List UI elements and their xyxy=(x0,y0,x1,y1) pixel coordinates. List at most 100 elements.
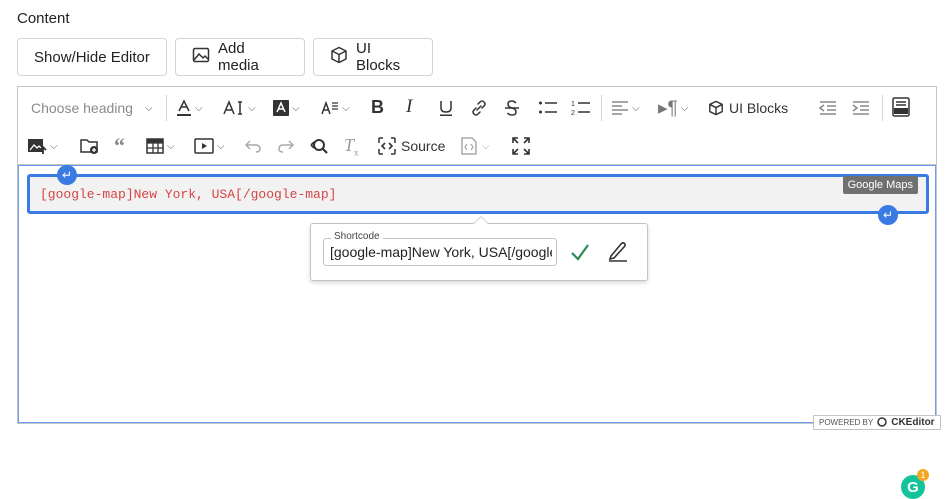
insert-table-dropdown[interactable]: ⌵ xyxy=(146,135,175,157)
underline-button[interactable] xyxy=(438,97,454,119)
add-media-button[interactable]: Add media xyxy=(175,38,305,76)
quote-icon: “ xyxy=(114,133,125,158)
folder-add-icon xyxy=(80,137,100,155)
fullscreen-button[interactable] xyxy=(512,135,530,157)
numbered-list-icon: 12 xyxy=(571,99,591,117)
media-icon xyxy=(194,137,214,155)
toolbar-separator xyxy=(166,95,167,121)
block-quote-button[interactable]: “ xyxy=(114,133,125,158)
indent-button[interactable] xyxy=(852,97,870,119)
bulleted-list-icon xyxy=(538,99,558,117)
source-button[interactable]: Source xyxy=(377,135,445,157)
font-size-dropdown[interactable]: ⌵ xyxy=(223,97,256,119)
undo-button[interactable] xyxy=(244,135,262,157)
insert-paragraph-before-icon[interactable]: ↵ xyxy=(57,165,77,185)
shortcode-field-label: Shortcode xyxy=(331,231,383,242)
align-left-icon xyxy=(611,99,629,117)
fullscreen-icon xyxy=(512,137,530,155)
find-replace-icon xyxy=(310,137,330,155)
ckeditor-logo-icon xyxy=(877,416,887,429)
html-embed-icon xyxy=(891,97,911,117)
chevron-down-icon: ⌵ xyxy=(342,102,350,114)
toolbar-ui-blocks-label: UI Blocks xyxy=(729,100,789,116)
italic-icon: I xyxy=(406,96,413,117)
image-icon xyxy=(192,46,210,68)
outdent-button[interactable] xyxy=(819,97,837,119)
find-replace-button[interactable] xyxy=(310,135,330,157)
add-media-label: Add media xyxy=(218,40,259,74)
toolbar-separator xyxy=(882,95,883,121)
chevron-down-icon: ⌵ xyxy=(50,140,58,152)
ui-blocks-button[interactable]: UI Blocks xyxy=(313,38,433,76)
link-button[interactable] xyxy=(470,97,488,119)
check-icon xyxy=(569,244,591,267)
ui-blocks-label: UI Blocks xyxy=(356,40,401,74)
redo-icon xyxy=(277,137,295,155)
shortcode-field[interactable]: Shortcode [google-map]New York, USA[/goo… xyxy=(323,231,557,266)
chevron-down-icon: ⌵ xyxy=(482,140,490,152)
chevron-down-icon: ⌵ xyxy=(248,102,256,114)
paragraph-direction-dropdown[interactable]: ▸¶ ⌵ xyxy=(658,97,688,119)
numbered-list-button[interactable]: 12 xyxy=(571,97,591,119)
chevron-down-icon: ⌵ xyxy=(217,140,225,152)
heading-dropdown-label: Choose heading xyxy=(31,100,133,116)
heading-dropdown[interactable]: Choose heading ⌵ xyxy=(31,97,153,119)
file-manager-button[interactable] xyxy=(80,135,100,157)
html-embed-button[interactable] xyxy=(891,96,911,118)
insert-media-dropdown[interactable]: ⌵ xyxy=(194,135,225,157)
rich-text-editor: Choose heading ⌵ ⌵ ⌵ ⌵ ⌵ B I 1 2 ⌵ ▸¶ ⌵ … xyxy=(17,86,937,499)
outdent-icon xyxy=(819,99,837,117)
alignment-dropdown[interactable]: ⌵ xyxy=(611,97,640,119)
table-icon xyxy=(146,137,164,155)
font-family-icon xyxy=(321,99,339,117)
underline-icon xyxy=(438,99,454,117)
editor-toolbar: Choose heading ⌵ ⌵ ⌵ ⌵ ⌵ B I 1 2 ⌵ ▸¶ ⌵ … xyxy=(18,87,936,165)
source-label: Source xyxy=(401,138,446,154)
toolbar-separator xyxy=(601,95,602,121)
remove-format-button[interactable]: Tx xyxy=(344,134,359,158)
cube-icon xyxy=(330,46,348,68)
indent-icon xyxy=(852,99,870,117)
bold-button[interactable]: B xyxy=(371,96,384,118)
shortcode-text: [google-map]New York, USA[/google-map] xyxy=(40,187,337,202)
insert-paragraph-after-icon[interactable]: ↵ xyxy=(878,205,898,225)
toolbar-ui-blocks-button[interactable]: UI Blocks xyxy=(708,97,788,119)
cube-icon xyxy=(708,100,724,116)
shortcode-balloon: Shortcode [google-map]New York, USA[/goo… xyxy=(310,216,648,281)
pencil-icon xyxy=(607,242,629,266)
font-size-icon xyxy=(223,99,245,117)
chevron-down-icon: ⌵ xyxy=(292,102,300,114)
edit-button[interactable] xyxy=(607,240,629,267)
image-upload-icon xyxy=(27,137,47,155)
ckeditor-brand: CKEditor xyxy=(891,417,935,428)
strikethrough-button[interactable] xyxy=(504,97,520,119)
font-color-icon xyxy=(176,99,192,117)
redo-button[interactable] xyxy=(277,135,295,157)
chevron-down-icon: ⌵ xyxy=(167,140,175,152)
font-background-color-dropdown[interactable]: ⌵ xyxy=(273,97,300,119)
chevron-down-icon: ⌵ xyxy=(144,102,153,114)
chevron-down-icon: ⌵ xyxy=(680,102,689,114)
shortcode-widget[interactable]: [google-map]New York, USA[/google-map] G… xyxy=(27,174,929,214)
italic-button[interactable]: I xyxy=(406,96,412,118)
insert-image-dropdown[interactable]: ⌵ xyxy=(27,135,58,157)
shortcode-input[interactable]: [google-map]New York, USA[/google-r xyxy=(330,244,552,260)
show-hide-editor-button[interactable]: Show/Hide Editor xyxy=(17,38,167,76)
paragraph-icon: ▸¶ xyxy=(658,97,678,119)
link-icon xyxy=(470,99,488,117)
bulleted-list-button[interactable] xyxy=(538,97,558,119)
show-blocks-dropdown[interactable]: ⌵ xyxy=(459,135,490,157)
powered-by-ckeditor-badge[interactable]: POWERED BY CKEditor xyxy=(813,415,941,430)
grammarly-count-badge: 1 xyxy=(917,469,929,481)
font-family-dropdown[interactable]: ⌵ xyxy=(321,97,350,119)
editor-content-area[interactable]: [google-map]New York, USA[/google-map] G… xyxy=(18,165,936,499)
remove-format-icon: Tx xyxy=(344,134,359,158)
widget-type-label: Google Maps xyxy=(842,176,918,194)
save-button[interactable] xyxy=(569,241,591,268)
source-code-icon xyxy=(377,136,397,156)
bold-icon: B xyxy=(371,96,384,117)
show-hide-editor-label: Show/Hide Editor xyxy=(34,48,150,66)
undo-icon xyxy=(244,137,262,155)
chevron-down-icon: ⌵ xyxy=(195,102,203,114)
font-color-dropdown[interactable]: ⌵ xyxy=(176,97,203,119)
